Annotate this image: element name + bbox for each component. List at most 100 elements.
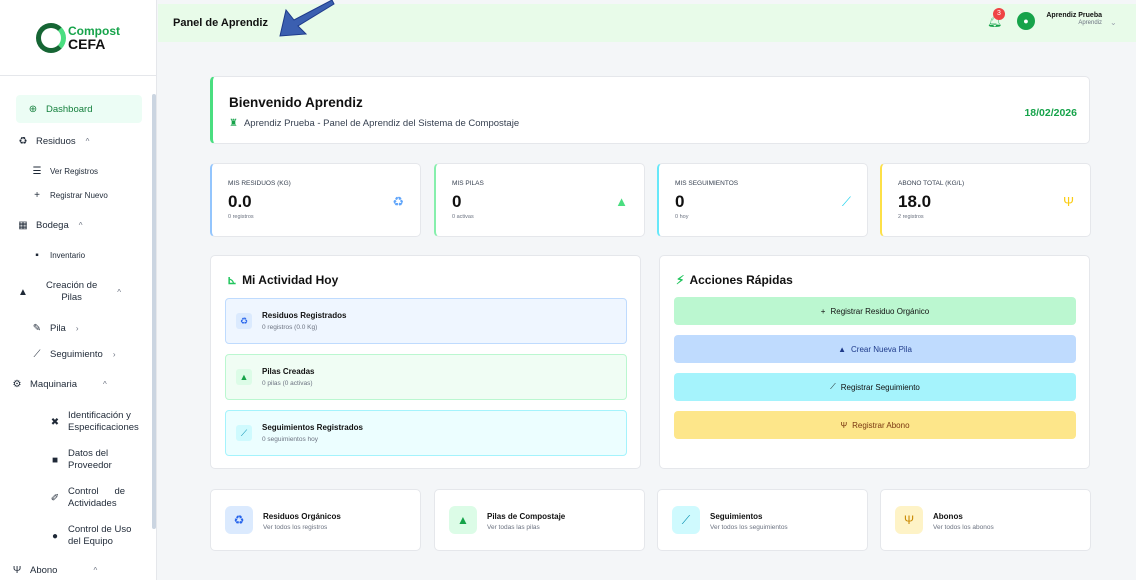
mountain-icon: ▲: [838, 344, 846, 354]
activity-item-sub: 0 registros (0.0 Kg): [262, 324, 318, 331]
link-title: Pilas de Compostaje: [487, 512, 566, 521]
sidebar-item-label-2: Especificaciones: [68, 422, 139, 434]
link-card-abonos[interactable]: Ψ Abonos Ver todos los abonos: [880, 489, 1091, 551]
recycle-icon: ♻: [392, 194, 404, 209]
register-fertilizer-button[interactable]: Ψ Registrar Abono: [674, 411, 1076, 439]
recycle-icon: ♻: [236, 313, 252, 329]
stat-value: 18.0: [898, 192, 932, 211]
activity-title: ⊾ Mi Actividad Hoy: [227, 273, 338, 287]
chart-line-icon: ⟋: [33, 349, 41, 360]
activity-item-title: Residuos Registrados: [262, 311, 347, 320]
stat-sub: 2 registros: [898, 214, 924, 220]
button-label: Registrar Residuo Orgánico: [830, 306, 930, 316]
logo-mark-icon: [36, 22, 66, 53]
stat-sub: 0 registros: [228, 214, 254, 220]
sidebar-item-label: Abono: [30, 565, 58, 576]
tools-icon: ✖: [50, 416, 60, 428]
plus-icon: +: [820, 306, 826, 316]
chevron-down-icon[interactable]: ⌄: [1110, 18, 1117, 27]
stat-sub: 0 hoy: [675, 214, 689, 220]
sidebar-item-label: Control de: [68, 486, 126, 497]
notification-badge: 3: [993, 8, 1005, 20]
sidebar-item-control-uso[interactable]: ● Control de Uso del Equipo: [48, 524, 131, 549]
stat-card-seguimientos: MIS SEGUIMIENTOS 0 0 hoy ⟋: [657, 163, 868, 237]
stat-value: 0: [675, 192, 685, 211]
sidebar-item-abono[interactable]: Ψ Abono ^: [10, 565, 97, 576]
sidebar-item-maquinaria[interactable]: ⚙ Maquinaria ^: [10, 379, 107, 390]
sidebar-item-identificacion[interactable]: ✖ Identificación y Especificaciones: [48, 410, 139, 435]
sidebar-item-label-2: del Equipo: [68, 536, 113, 548]
activity-item-residuos: ♻ Residuos Registrados 0 registros (0.0 …: [225, 298, 627, 344]
welcome-subtitle-text: Aprendiz Prueba - Panel de Aprendiz del …: [243, 118, 520, 129]
stat-label: MIS SEGUIMIENTOS: [675, 180, 739, 187]
welcome-card: Bienvenido Aprendiz ♜ Aprendiz Prueba - P…: [210, 76, 1090, 144]
link-title: Seguimientos: [710, 512, 763, 521]
create-pile-button[interactable]: ▲ Crear Nueva Pila: [674, 335, 1076, 363]
user-menu[interactable]: Aprendiz Prueba Aprendiz: [1044, 12, 1102, 26]
link-sub: Ver todas las pilas: [487, 524, 540, 531]
quick-actions-panel: ⚡︎ Acciones Rápidas + Registrar Residuo Or…: [659, 255, 1090, 469]
link-card-residuos[interactable]: ♻ Residuos Orgánicos Ver todos los regis…: [210, 489, 421, 551]
sidebar-item-inventario[interactable]: ▪ Inventario: [30, 250, 85, 261]
sidebar-item-label: Identificación y: [68, 410, 131, 421]
sidebar-item-label: Residuos: [36, 136, 76, 147]
cogs-icon: ⚙: [12, 379, 22, 390]
sidebar-item-label: Inventario: [50, 251, 86, 260]
chart-line-icon: ⟋: [236, 425, 252, 441]
sidebar-item-pila[interactable]: ✎ Pila ›: [30, 323, 79, 334]
sidebar-scrollbar[interactable]: [152, 94, 156, 529]
activity-item-sub: 0 seguimientos hoy: [262, 436, 319, 443]
user-name: Aprendiz Prueba: [1046, 12, 1102, 19]
seedling-icon: Ψ: [1063, 194, 1074, 209]
link-title: Abonos: [933, 512, 963, 521]
sidebar-item-creacion-pilas[interactable]: ▲ Creación de Pilas ^: [16, 280, 121, 305]
stat-value: 0: [452, 192, 462, 211]
sidebar-item-label: Registrar Nuevo: [50, 191, 108, 200]
avatar[interactable]: ●: [1017, 12, 1035, 30]
brand-logo[interactable]: Compost CEFA: [0, 0, 156, 76]
sidebar-item-label: Maquinaria: [30, 379, 77, 390]
globe-icon: ⊕: [28, 103, 38, 115]
activity-item-title: Seguimientos Registrados: [262, 423, 363, 432]
activity-title-text: Mi Actividad Hoy: [242, 273, 339, 287]
chevron-up-icon: ^: [78, 221, 83, 230]
stat-label: ABONO TOTAL (KG/L): [898, 180, 965, 187]
chevron-up-icon: ^: [117, 287, 121, 297]
wrench-icon: ✐: [50, 492, 60, 504]
sidebar-item-label: Creación de: [46, 280, 98, 291]
chart-line-icon: ⟋: [841, 194, 851, 209]
boxes-icon: ▪: [35, 250, 39, 261]
sidebar-item-dashboard[interactable]: ⊕ Dashboard: [16, 95, 142, 123]
link-sub: Ver todos los abonos: [933, 524, 994, 531]
sidebar-item-label: Datos del: [68, 448, 109, 459]
sidebar-item-ver-registros[interactable]: ☰ Ver Registros: [30, 166, 99, 177]
brand-line1: Compost: [68, 23, 120, 38]
sidebar-item-label: Seguimiento: [50, 349, 103, 360]
button-label: Registrar Seguimiento: [840, 382, 920, 392]
register-residue-button[interactable]: + Registrar Residuo Orgánico: [674, 297, 1076, 325]
sidebar-item-bodega[interactable]: ▦ Bodega ^: [16, 220, 83, 231]
chart-line-icon: ⟋: [830, 382, 836, 391]
sidebar-item-label-2: Proveedor: [68, 460, 112, 472]
link-card-pilas[interactable]: ▲ Pilas de Compostaje Ver todas las pila…: [434, 489, 645, 551]
stat-label: MIS RESIDUOS (KG): [228, 180, 291, 187]
brand-line2: CEFA: [68, 35, 106, 52]
current-date: 18/02/2026: [1024, 107, 1077, 119]
activity-panel: ⊾ Mi Actividad Hoy ♻ Residuos Registrados…: [210, 255, 641, 469]
link-card-seguimientos[interactable]: ⟋ Seguimientos Ver todos los seguimiento…: [657, 489, 868, 551]
sidebar-item-residuos[interactable]: ♻ Residuos ^: [16, 136, 90, 147]
seedling-icon: Ψ: [895, 506, 923, 534]
register-tracking-button[interactable]: ⟋ Registrar Seguimiento: [674, 373, 1076, 401]
stat-card-pilas: MIS PILAS 0 0 activas ▲: [434, 163, 645, 237]
sidebar-item-label: Control de Uso: [68, 524, 132, 535]
sidebar-item-label: Pila: [50, 323, 66, 334]
sidebar-item-control-actividades[interactable]: ✐ Control de Actividades: [48, 486, 125, 511]
link-title: Residuos Orgánicos: [263, 512, 341, 521]
sidebar: Compost CEFA ⊕ Dashboard ♻ Residuos ^ ☰ Ver …: [0, 0, 157, 580]
sidebar-item-datos-proveedor[interactable]: ■ Datos del Proveedor: [48, 448, 112, 473]
sidebar-item-seguimiento[interactable]: ⟋ Seguimiento ›: [30, 349, 116, 360]
stat-card-abono: ABONO TOTAL (KG/L) 18.0 2 registros Ψ: [880, 163, 1091, 237]
welcome-title: Bienvenido Aprendiz: [229, 95, 363, 110]
sidebar-item-registrar-nuevo[interactable]: + Registrar Nuevo: [30, 190, 108, 201]
link-sub: Ver todos los seguimientos: [710, 524, 788, 531]
